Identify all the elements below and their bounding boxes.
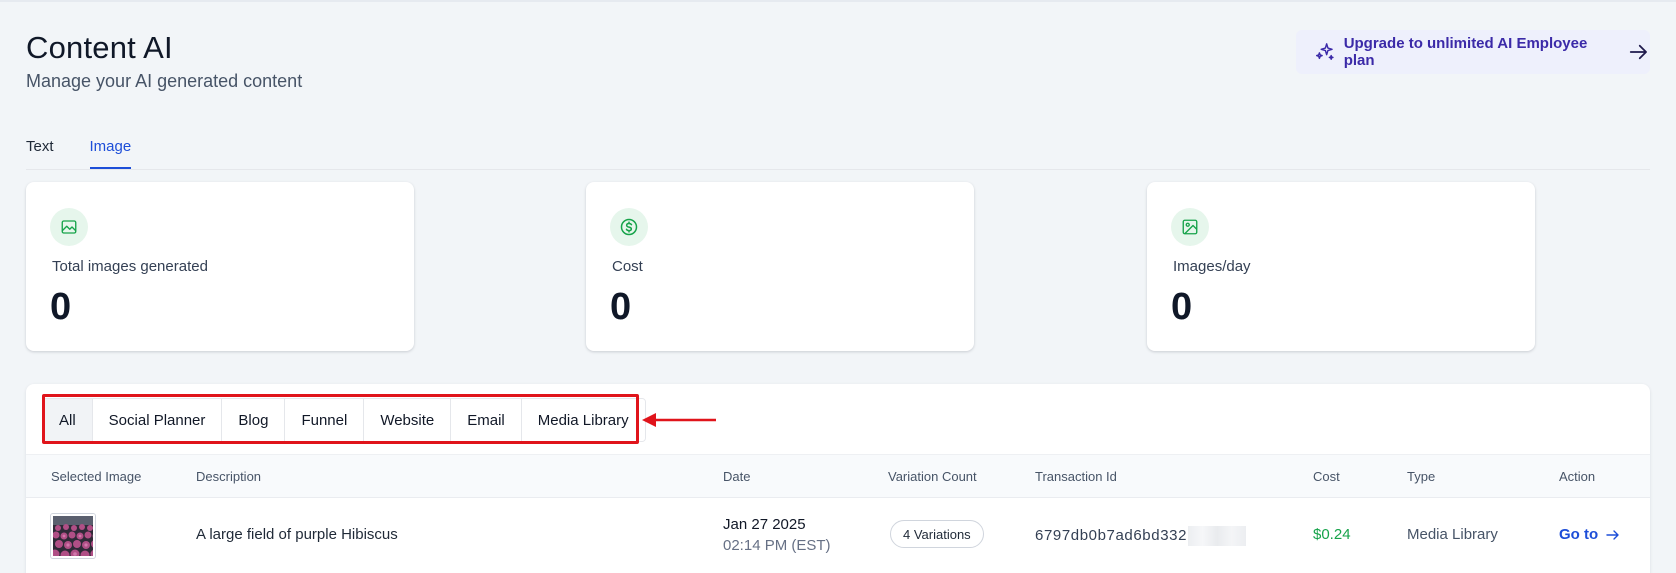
image-landscape-icon — [50, 208, 88, 246]
stat-label: Total images generated — [52, 258, 208, 275]
filter-tab-blog[interactable]: Blog — [222, 399, 286, 441]
arrow-right-icon — [1630, 44, 1648, 60]
selected-image-thumbnail[interactable] — [51, 514, 95, 558]
row-time: 02:14 PM (EST) — [723, 537, 831, 554]
column-header-type: Type — [1407, 469, 1436, 484]
filter-tab-funnel[interactable]: Funnel — [285, 399, 365, 441]
stat-label: Cost — [612, 258, 643, 275]
filter-tab-social-planner[interactable]: Social Planner — [92, 399, 223, 441]
stat-card-images-per-day: Images/day 0 — [1147, 182, 1535, 351]
filter-tab-email[interactable]: Email — [451, 399, 522, 441]
image-frame-icon — [1171, 208, 1209, 246]
tab-image[interactable]: Image — [89, 138, 132, 169]
tab-text[interactable]: Text — [26, 138, 54, 169]
top-border — [0, 0, 1676, 2]
page-title: Content AI — [26, 30, 173, 65]
redacted-blur — [1188, 526, 1247, 546]
column-header-action: Action — [1559, 469, 1596, 484]
annotation-arrow-icon — [642, 413, 716, 427]
stat-card-cost: Cost 0 — [586, 182, 974, 351]
go-to-link[interactable]: Go to — [1559, 526, 1620, 543]
filter-tab-website[interactable]: Website — [364, 399, 452, 441]
row-transaction-id-cell: 6797db0b7ad6bd332 — [1035, 526, 1247, 546]
stat-value: 0 — [1171, 286, 1193, 328]
images-table-panel: All Social Planner Blog Funnel Website E… — [26, 384, 1650, 573]
stat-label: Images/day — [1173, 258, 1251, 275]
filter-tab-media-library[interactable]: Media Library — [521, 399, 645, 441]
table-header: Selected Image Description Date Variatio… — [26, 454, 1650, 498]
column-header-date: Date — [723, 469, 751, 484]
column-header-description: Description — [196, 469, 262, 484]
tabs-divider — [26, 169, 1650, 170]
row-description: A large field of purple Hibiscus — [196, 526, 398, 543]
upgrade-plan-label: Upgrade to unlimited AI Employee plan — [1343, 35, 1588, 69]
column-header-variation-count: Variation Count — [888, 469, 977, 484]
column-header-cost: Cost — [1313, 469, 1340, 484]
column-header-selected-image: Selected Image — [51, 469, 142, 484]
table-row: A large field of purple Hibiscus Jan 27 … — [26, 498, 1650, 573]
row-cost: $0.24 — [1313, 526, 1351, 543]
column-header-transaction-id: Transaction Id — [1035, 469, 1117, 484]
stat-value: 0 — [610, 286, 632, 328]
dollar-circle-icon — [610, 208, 648, 246]
arrow-right-icon — [1606, 529, 1619, 540]
content-type-tabs: Text Image — [26, 138, 167, 169]
row-transaction-id: 6797db0b7ad6bd332 — [1035, 526, 1188, 544]
row-type: Media Library — [1407, 526, 1498, 543]
stat-card-total-images: Total images generated 0 — [26, 182, 414, 351]
go-to-label: Go to — [1559, 526, 1599, 543]
source-filter-tabs: All Social Planner Blog Funnel Website E… — [42, 398, 646, 442]
page-subtitle: Manage your AI generated content — [26, 71, 303, 91]
filter-tab-all[interactable]: All — [43, 399, 93, 441]
upgrade-plan-button[interactable]: Upgrade to unlimited AI Employee plan — [1296, 30, 1650, 74]
variations-badge[interactable]: 4 Variations — [890, 520, 984, 548]
row-date-cell: Jan 27 2025 02:14 PM (EST) — [723, 516, 831, 554]
row-date: Jan 27 2025 — [723, 516, 806, 533]
sparkles-icon — [1315, 43, 1334, 60]
stat-value: 0 — [50, 286, 72, 328]
